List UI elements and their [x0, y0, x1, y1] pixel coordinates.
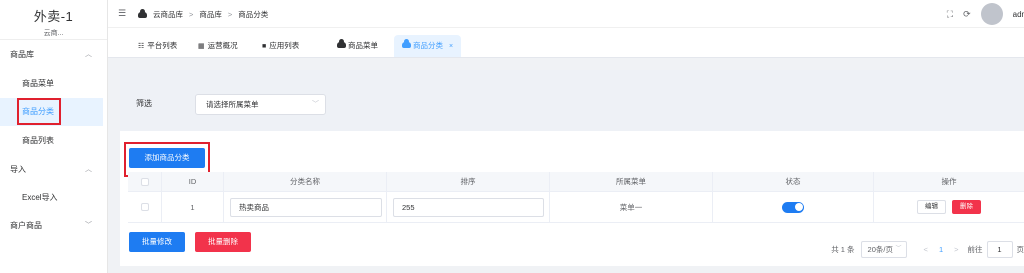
- batch-edit-button[interactable]: 批量修改: [129, 232, 185, 252]
- next-page-button[interactable]: >: [954, 245, 958, 254]
- menu-group-label: 导入: [10, 165, 26, 174]
- close-icon[interactable]: ×: [449, 43, 453, 50]
- breadcrumb-item[interactable]: 云商品库: [153, 9, 183, 20]
- column-header: ID: [162, 172, 224, 191]
- list-icon: ☷: [138, 43, 145, 50]
- breadcrumb-item: 商品分类: [238, 10, 269, 19]
- category-name-input[interactable]: 热卖商品: [230, 198, 382, 217]
- apps-icon: ■: [262, 43, 267, 50]
- total-count: 共 1 条: [831, 244, 855, 254]
- table-row: 1 热卖商品 255 菜单一 编辑 删除: [128, 192, 1024, 223]
- main-content: 筛选 请选择所属菜单 ﹀ 添加商品分类 ID 分类名称 排序 所属菜单 状态 操…: [108, 58, 1024, 273]
- tab-goods-category[interactable]: 商品分类 ×: [394, 35, 462, 57]
- menu-group-import[interactable]: 导入 ︿: [0, 160, 108, 180]
- row-checkbox[interactable]: [140, 203, 149, 211]
- brand: 外卖-1 云商...: [0, 0, 107, 40]
- grid-icon: ▦: [198, 43, 205, 50]
- prev-page-button[interactable]: <: [924, 245, 928, 254]
- content-card: 筛选 请选择所属菜单 ﹀ 添加商品分类 ID 分类名称 排序 所属菜单 状态 操…: [120, 70, 1024, 266]
- breadcrumb-separator: >: [189, 10, 194, 19]
- sidebar: 外卖-1 云商... 商品库 ︿ 商品菜单 商品分类 商品列表 导入 ︿ Exc…: [0, 0, 108, 273]
- breadcrumb: 云商品库 > 商品库 > 商品分类: [138, 8, 269, 20]
- brand-subtitle: 云商...: [43, 30, 64, 37]
- tab-label: 应用列表: [269, 41, 300, 50]
- sort-cell: 255: [387, 192, 550, 222]
- chevron-down-icon: ﹀: [895, 245, 902, 252]
- filter-bar: 筛选 请选择所属菜单 ﹀: [120, 70, 1024, 131]
- row-id: 1: [162, 192, 224, 222]
- sort-input[interactable]: 255: [393, 198, 544, 217]
- menu-fold-icon[interactable]: ☰: [118, 8, 126, 19]
- column-header: 排序: [387, 172, 550, 191]
- name-cell: 热卖商品: [224, 192, 387, 222]
- tab-app-list[interactable]: ■ 应用列表: [254, 35, 307, 57]
- pagination: 共 1 条 20条/页 ﹀ < 1 > 前往 1 页: [831, 240, 1024, 258]
- select-all-checkbox[interactable]: [140, 177, 149, 186]
- tab-bar: ☷ 平台列表 ▦ 运营概况 ■ 应用列表 商品菜单 商品分类 ×: [108, 28, 1024, 58]
- highlight-box: [17, 98, 61, 125]
- filter-label: 筛选: [136, 99, 152, 108]
- table-header: ID 分类名称 排序 所属菜单 状态 操作: [128, 172, 1024, 192]
- current-page[interactable]: 1: [939, 245, 943, 254]
- menu-group-merchant-goods[interactable]: 商户商品 ﹀: [0, 216, 108, 236]
- row-menu: 菜单一: [550, 192, 713, 222]
- edit-button[interactable]: 编辑: [917, 200, 946, 214]
- chevron-down-icon: ﹀: [312, 101, 319, 108]
- delete-button[interactable]: 删除: [952, 200, 981, 214]
- cloud-icon: [402, 39, 411, 48]
- column-header: 分类名称: [224, 172, 387, 191]
- menu-group-label: 商品库: [10, 50, 34, 59]
- refresh-icon[interactable]: ⟳: [963, 9, 971, 20]
- page-size-select[interactable]: 20条/页 ﹀: [860, 240, 907, 258]
- tab-label: 商品分类: [413, 41, 443, 50]
- sidebar-item-goods-menu[interactable]: 商品菜单: [0, 70, 103, 98]
- goto-label: 前往: [967, 244, 983, 254]
- chevron-up-icon: ︿: [85, 51, 92, 58]
- header-tools: ⛶ ⟳ admi: [947, 0, 1024, 28]
- column-header: 所属菜单: [550, 172, 713, 191]
- goto-page-input[interactable]: 1: [986, 240, 1013, 258]
- fullscreen-icon[interactable]: ⛶: [947, 9, 953, 20]
- add-category-button[interactable]: 添加商品分类: [129, 148, 205, 168]
- menu-group-label: 商户商品: [10, 221, 42, 230]
- tab-label: 运营概况: [207, 41, 238, 50]
- breadcrumb-item[interactable]: 商品库: [199, 9, 222, 20]
- avatar[interactable]: [980, 3, 1003, 25]
- page-size-value: 20条/页: [867, 244, 893, 254]
- user-name[interactable]: admi: [1013, 10, 1024, 19]
- brand-title: 外卖-1: [33, 9, 74, 24]
- chevron-down-icon: ﹀: [85, 222, 92, 229]
- sidebar-item-goods-list[interactable]: 商品列表: [0, 127, 103, 155]
- menu-select-placeholder: 请选择所属菜单: [206, 100, 259, 109]
- column-header: 操作: [941, 177, 957, 186]
- cloud-icon: [138, 8, 147, 18]
- breadcrumb-separator: >: [227, 10, 233, 19]
- batch-delete-button[interactable]: 批量删除: [195, 232, 251, 252]
- chevron-up-icon: ︿: [85, 166, 92, 173]
- top-header: ☰ 云商品库 > 商品库 > 商品分类 ⛶ ⟳ admi: [108, 0, 1024, 28]
- actions-cell: 编辑 删除: [874, 192, 1024, 222]
- tab-platform-list[interactable]: ☷ 平台列表: [130, 35, 185, 57]
- status-toggle[interactable]: [782, 201, 804, 213]
- tab-label: 商品菜单: [348, 41, 378, 50]
- page-suffix: 页: [1016, 244, 1024, 254]
- menu-select[interactable]: 请选择所属菜单 ﹀: [195, 94, 326, 115]
- tab-goods-menu[interactable]: 商品菜单: [329, 35, 386, 57]
- row-checkbox-cell: [128, 192, 162, 222]
- tab-operation-overview[interactable]: ▦ 运营概况: [190, 35, 246, 57]
- tab-label: 平台列表: [147, 41, 178, 50]
- menu-group-goods-library[interactable]: 商品库 ︿: [0, 45, 108, 65]
- header-checkbox-cell: [128, 172, 162, 191]
- cloud-icon: [337, 39, 346, 48]
- sidebar-item-excel-import[interactable]: Excel导入: [0, 184, 103, 212]
- status-cell: [713, 192, 874, 222]
- column-header: 状态: [713, 172, 874, 191]
